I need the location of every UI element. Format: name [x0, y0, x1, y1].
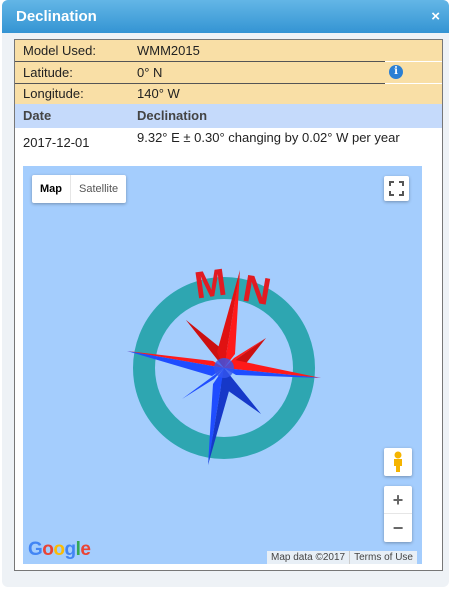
zoom-in-button[interactable]: +	[384, 486, 412, 514]
model-value: WMM2015	[137, 43, 200, 58]
model-label: Model Used:	[23, 43, 96, 58]
fullscreen-icon	[389, 181, 404, 196]
map-attribution: Map data ©2017 Terms of Use	[267, 551, 417, 564]
fullscreen-button[interactable]	[384, 176, 409, 201]
table-row: 2017-12-01 9.32° E ± 0.30° changing by 0…	[15, 130, 442, 166]
longitude-label: Longitude:	[23, 86, 84, 101]
dialog-titlebar[interactable]: Declination ×	[2, 0, 449, 33]
street-view-pegman-button[interactable]	[384, 448, 412, 476]
latitude-value: 0° N	[137, 65, 163, 80]
declination-dialog: Declination × Model Used: WMM2015 Latitu…	[2, 0, 449, 587]
close-icon[interactable]: ×	[431, 8, 440, 25]
pegman-icon	[394, 451, 402, 472]
latitude-row: Latitude: 0° N	[15, 62, 442, 83]
terms-of-use-link[interactable]: Terms of Use	[349, 551, 417, 564]
google-logo: Google	[28, 539, 91, 560]
compass-rose: M N	[127, 262, 321, 465]
row-declination: 9.32° E ± 0.30° changing by 0.02° W per …	[137, 130, 400, 145]
longitude-row: Longitude: 140° W	[15, 84, 442, 104]
zoom-out-button[interactable]: −	[384, 514, 412, 542]
row-date: 2017-12-01	[23, 135, 90, 150]
latitude-label: Latitude:	[23, 65, 73, 80]
date-header: Date	[23, 108, 52, 123]
table-header: Date Declination	[15, 104, 442, 128]
model-row: Model Used: WMM2015	[15, 40, 442, 61]
info-icon[interactable]: i	[389, 65, 403, 79]
dialog-title: Declination	[16, 8, 97, 25]
longitude-value: 140° W	[137, 86, 180, 101]
declination-map[interactable]: M N Map Satellite + − Google Map data ©2…	[23, 166, 422, 564]
map-type-satellite-button[interactable]: Satellite	[70, 175, 126, 203]
map-type-control: Map Satellite	[32, 175, 127, 203]
compass-label-magnetic: M	[192, 262, 229, 308]
zoom-control: + −	[384, 486, 412, 542]
results-panel: Model Used: WMM2015 Latitude: 0° N Longi…	[14, 39, 443, 571]
map-type-map-button[interactable]: Map	[32, 175, 70, 203]
map-data-credit: Map data ©2017	[271, 552, 346, 563]
declination-header: Declination	[137, 108, 208, 123]
